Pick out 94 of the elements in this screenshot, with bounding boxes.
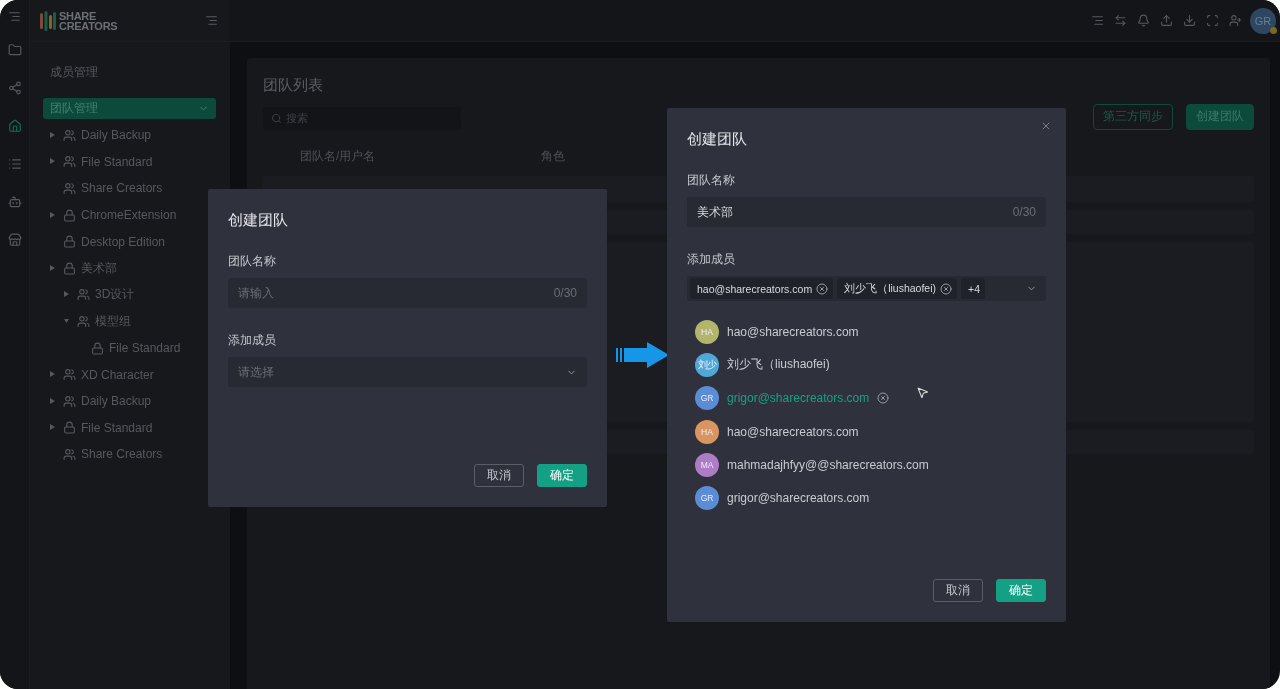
- users-icon: [63, 155, 76, 169]
- member-option[interactable]: 刘少 刘少飞（liushaofei): [687, 348, 1046, 382]
- cursor-icon: [916, 386, 929, 399]
- status-badge: [1270, 26, 1277, 34]
- users-icon: [77, 314, 90, 328]
- lock-icon: [63, 208, 76, 222]
- avatar: 刘少: [695, 352, 719, 377]
- logo-text: SHARE: [59, 10, 97, 21]
- caret-icon[interactable]: [50, 264, 55, 271]
- avatar: HA: [695, 419, 719, 444]
- tree-item-label[interactable]: 美术部: [81, 259, 117, 277]
- lock-icon: [63, 261, 76, 275]
- caret-icon[interactable]: [50, 424, 55, 431]
- member-tag[interactable]: 刘少飞（liushaofei): [837, 278, 957, 299]
- lock-icon: [63, 421, 76, 435]
- select-field[interactable]: 请选择: [228, 357, 587, 387]
- column-header: 角色: [541, 148, 566, 165]
- bell-icon[interactable]: [1135, 14, 1152, 27]
- avatar: MA: [695, 452, 719, 477]
- remove-icon[interactable]: [816, 282, 829, 295]
- field-label: 团队名称: [687, 172, 736, 189]
- input-field[interactable]: 美术部 0/30: [687, 197, 1046, 227]
- logo-text: CREATORS: [59, 20, 118, 31]
- download-icon[interactable]: [1181, 14, 1198, 27]
- page-title: 团队列表: [263, 76, 324, 95]
- tree-item-label[interactable]: ChromeExtension: [81, 208, 177, 223]
- member-option[interactable]: GR grigor@sharecreators.com: [687, 481, 1046, 515]
- user-icon[interactable]: [1227, 14, 1244, 27]
- more-tag[interactable]: +4: [961, 278, 985, 299]
- list-icon[interactable]: [7, 157, 22, 171]
- caret-icon[interactable]: [50, 158, 55, 165]
- caret-icon[interactable]: [64, 317, 69, 324]
- users-icon: [63, 394, 76, 408]
- field-label: 添加成员: [228, 332, 277, 349]
- field-label: 添加成员: [687, 251, 736, 268]
- store-icon[interactable]: [7, 233, 22, 247]
- cancel-button[interactable]: 取消: [933, 579, 983, 602]
- upload-icon[interactable]: [1158, 14, 1175, 27]
- member-option[interactable]: GR grigor@sharecreators.com: [687, 381, 1046, 415]
- tree-item-label[interactable]: Share Creators: [81, 181, 163, 196]
- dialog-title: 创建团队: [228, 211, 289, 230]
- folder-icon[interactable]: [7, 43, 22, 57]
- search-icon: [271, 113, 282, 124]
- tree-item-label[interactable]: File Standard: [81, 154, 153, 169]
- arrow-icon: [616, 342, 669, 368]
- section-label: 成员管理: [49, 64, 99, 81]
- caret-icon[interactable]: [50, 211, 55, 218]
- bot-icon[interactable]: [7, 195, 22, 209]
- field-label: 团队名称: [228, 253, 277, 270]
- member-option[interactable]: HA hao@sharecreators.com: [687, 414, 1046, 449]
- tree-item-label[interactable]: XD Character: [81, 367, 154, 382]
- avatar: HA: [695, 319, 719, 344]
- tree-item-label[interactable]: 3D设计: [95, 286, 135, 304]
- clear-icon[interactable]: [877, 392, 890, 405]
- remove-icon[interactable]: [940, 282, 952, 295]
- tree-item-label[interactable]: Desktop Edition: [81, 234, 166, 249]
- caret-icon[interactable]: [50, 397, 55, 404]
- cancel-button[interactable]: 取消: [474, 464, 524, 487]
- home-icon[interactable]: [7, 119, 22, 133]
- users-icon: [63, 447, 76, 461]
- confirm-button[interactable]: 确定: [537, 464, 587, 487]
- logo-icon: [40, 10, 56, 31]
- users-icon: [63, 128, 76, 142]
- tree-item-label[interactable]: Daily Backup: [81, 394, 152, 409]
- caret-icon[interactable]: [50, 371, 55, 378]
- fullscreen-icon[interactable]: [1204, 14, 1221, 27]
- users-icon: [77, 288, 90, 302]
- dialog-title: 创建团队: [687, 130, 748, 149]
- share-icon[interactable]: [7, 81, 22, 95]
- tree-item-label[interactable]: 模型组: [95, 312, 131, 330]
- tree-item-label[interactable]: File Standard: [81, 420, 153, 435]
- tree-item-label[interactable]: Share Creators: [81, 447, 163, 462]
- member-tag[interactable]: hao@sharecreators.com: [690, 278, 834, 299]
- confirm-button[interactable]: 确定: [996, 579, 1046, 602]
- sync-button[interactable]: 第三方同步: [1093, 103, 1173, 130]
- users-icon: [63, 368, 76, 382]
- member-option[interactable]: MA mahmadajhfyy@@sharecreators.com: [687, 448, 1046, 482]
- avatar: GR: [695, 486, 719, 511]
- user-avatar[interactable]: GR: [1250, 7, 1276, 34]
- list-icon[interactable]: [1089, 14, 1106, 27]
- users-icon: [63, 182, 76, 195]
- input-field[interactable]: 请输入 0/30: [228, 278, 587, 308]
- lock-icon: [63, 235, 76, 249]
- close-button[interactable]: [1040, 120, 1052, 132]
- avatar: GR: [695, 386, 719, 411]
- caret-icon[interactable]: [50, 131, 55, 138]
- caret-icon[interactable]: [64, 291, 69, 298]
- select-field[interactable]: hao@sharecreators.com 刘少飞（liushaofei) +4: [687, 276, 1046, 301]
- tree-item-label[interactable]: Daily Backup: [81, 128, 152, 143]
- tree-item-label[interactable]: File Standard: [109, 341, 181, 356]
- menu-icon[interactable]: [203, 14, 220, 27]
- member-option[interactable]: HA hao@sharecreators.com: [687, 315, 1046, 349]
- lock-icon: [91, 341, 104, 355]
- menu-icon[interactable]: [6, 10, 23, 23]
